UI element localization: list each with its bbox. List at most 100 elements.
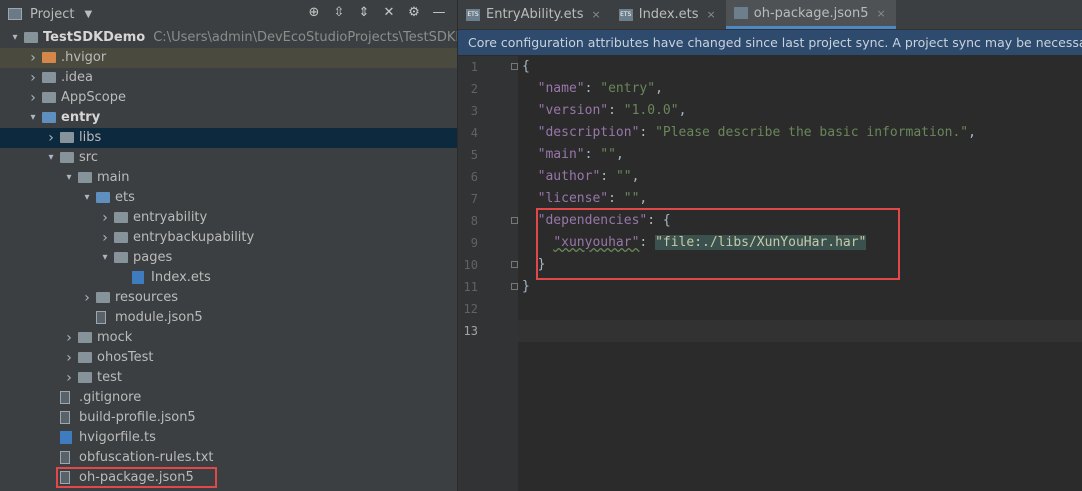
- close-tab-icon[interactable]: ×: [707, 8, 716, 21]
- chevron-right-icon[interactable]: ›: [64, 368, 74, 388]
- line-number: 7: [470, 192, 478, 206]
- json-punctuation: :: [600, 169, 616, 184]
- close-tab-icon[interactable]: ×: [592, 8, 601, 21]
- chevron-down-icon[interactable]: ▾: [10, 28, 20, 48]
- tab-oh-package-json5[interactable]: oh-package.json5 ×: [725, 0, 896, 29]
- json-punctuation: :: [639, 125, 656, 140]
- chevron-right-icon[interactable]: ›: [100, 208, 110, 228]
- chevron-right-icon[interactable]: ›: [28, 48, 38, 68]
- sync-notice-banner: Core configuration attributes have chang…: [458, 30, 1082, 55]
- json-key: "dependencies": [537, 213, 648, 228]
- gear-icon[interactable]: ⚙: [406, 5, 422, 20]
- chevron-down-icon[interactable]: ▾: [46, 148, 56, 168]
- json-punctuation: :: [608, 191, 624, 206]
- chevron-down-icon[interactable]: ▼: [84, 9, 92, 20]
- json-punctuation: ,: [678, 103, 687, 118]
- tree-item-obfuscation-rules-txt[interactable]: obfuscation-rules.txt: [0, 448, 457, 468]
- tree-item-test[interactable]: › test: [0, 368, 457, 388]
- code-editor[interactable]: 1 2 3 4 5 6 7 8 9 10 11 12 13 { "name": "entry", "ve…: [458, 56, 1082, 491]
- tree-item-main[interactable]: ▾ main: [0, 168, 457, 188]
- line-number: 1: [470, 60, 478, 74]
- json-value: "": [623, 191, 640, 206]
- close-tab-icon[interactable]: ×: [877, 7, 886, 20]
- tree-item-src[interactable]: ▾ src: [0, 148, 457, 168]
- fold-marker-icon[interactable]: [511, 63, 518, 70]
- json-key: "license": [537, 191, 609, 206]
- json-value: "Please describe the basic information.": [655, 125, 969, 140]
- json-punctuation: :: [584, 81, 601, 96]
- fold-marker-icon[interactable]: [511, 217, 518, 224]
- folder-icon: [78, 372, 92, 383]
- tree-item-mock[interactable]: › mock: [0, 328, 457, 348]
- fold-marker-icon[interactable]: [511, 283, 518, 290]
- tree-item-resources[interactable]: › resources: [0, 288, 457, 308]
- chevron-right-icon[interactable]: ›: [28, 88, 38, 108]
- tree-item-pages[interactable]: ▾ pages: [0, 248, 457, 268]
- project-panel: Project ▼ ⊕ ⇳ ⇕ ✕ ⚙ — ▾ TestSDKDemo C:\Use…: [0, 0, 457, 491]
- project-panel-header[interactable]: Project ▼ ⊕ ⇳ ⇕ ✕ ⚙ —: [0, 0, 457, 28]
- chevron-down-icon[interactable]: ▾: [100, 248, 110, 268]
- json-punctuation: :: [584, 147, 601, 162]
- tree-item-label: .idea: [61, 70, 93, 85]
- line-number: 6: [470, 170, 478, 184]
- tree-item-libs[interactable]: › libs: [0, 128, 457, 148]
- tree-item-entryability[interactable]: › entryability: [0, 208, 457, 228]
- chevron-right-icon[interactable]: ›: [82, 288, 92, 308]
- tree-item-testsdkdemo[interactable]: ▾ TestSDKDemo C:\Users\admin\DevEcoStudioP…: [0, 28, 457, 48]
- tree-item-label: hvigorfile.ts: [79, 430, 156, 445]
- json-punctuation: }: [537, 257, 546, 272]
- line-number: 3: [470, 104, 478, 118]
- folder-icon: [114, 252, 128, 263]
- chevron-down-icon[interactable]: ▾: [28, 108, 38, 128]
- tree-item-label: entry: [61, 110, 101, 125]
- chevron-right-icon[interactable]: ›: [28, 68, 38, 88]
- tree-item-ets[interactable]: ▾ ets: [0, 188, 457, 208]
- json-value: "1.0.0": [623, 103, 679, 118]
- folder-icon: [42, 72, 56, 83]
- collapse-all-icon[interactable]: ⇕: [356, 5, 372, 20]
- line-gutter: 1 2 3 4 5 6 7 8 9 10 11 12 13: [458, 56, 518, 491]
- tree-item-index-ets[interactable]: Index.ets: [0, 268, 457, 288]
- line-number: 10: [463, 258, 478, 272]
- tree-item-entrybackupability[interactable]: › entrybackupability: [0, 228, 457, 248]
- tree-item-label: .gitignore: [79, 390, 142, 405]
- chevron-down-icon[interactable]: ▾: [64, 168, 74, 188]
- file-icon: [60, 391, 70, 404]
- close-panel-icon[interactable]: ✕: [381, 5, 397, 20]
- tree-item-entry[interactable]: ▾ entry: [0, 108, 457, 128]
- tree-item-hvigorfile-ts[interactable]: hvigorfile.ts: [0, 428, 457, 448]
- chevron-right-icon[interactable]: ›: [64, 348, 74, 368]
- json-file-icon: [733, 7, 748, 19]
- expand-all-icon[interactable]: ⇳: [331, 5, 347, 20]
- json-punctuation: ,: [968, 125, 976, 140]
- tree-item-label: ohosTest: [97, 350, 154, 365]
- project-view-icon: [8, 8, 22, 20]
- json-punctuation: {: [522, 59, 530, 74]
- tree-item-hvigor[interactable]: › .hvigor: [0, 48, 457, 68]
- chevron-right-icon[interactable]: ›: [100, 228, 110, 248]
- tree-item-label: AppScope: [61, 90, 126, 105]
- fold-marker-icon[interactable]: [511, 261, 518, 268]
- tree-item-module-json5[interactable]: module.json5: [0, 308, 457, 328]
- tab-index-ets[interactable]: ETS Index.ets ×: [611, 0, 726, 29]
- line-number: 5: [470, 148, 478, 162]
- json-key: "version": [537, 103, 609, 118]
- tree-item-build-profile-json5[interactable]: build-profile.json5: [0, 408, 457, 428]
- chevron-down-icon[interactable]: ▾: [82, 188, 92, 208]
- code-line: }: [522, 276, 530, 298]
- json-value: "entry": [600, 81, 656, 96]
- tab-entryability-ets[interactable]: ETS EntryAbility.ets ×: [458, 0, 611, 29]
- hide-panel-icon[interactable]: —: [431, 5, 447, 20]
- tree-item-gitignore[interactable]: .gitignore: [0, 388, 457, 408]
- folder-icon: [78, 352, 92, 363]
- json-punctuation: : {: [647, 213, 671, 228]
- json-value: "file:./libs/XunYouHar.har": [655, 235, 867, 250]
- code-line: }: [522, 254, 546, 276]
- tree-item-idea[interactable]: › .idea: [0, 68, 457, 88]
- tree-item-appscope[interactable]: › AppScope: [0, 88, 457, 108]
- json-punctuation: ,: [655, 81, 663, 96]
- chevron-right-icon[interactable]: ›: [46, 128, 56, 148]
- tree-item-ohostest[interactable]: › ohosTest: [0, 348, 457, 368]
- locate-icon[interactable]: ⊕: [306, 5, 322, 20]
- chevron-right-icon[interactable]: ›: [64, 328, 74, 348]
